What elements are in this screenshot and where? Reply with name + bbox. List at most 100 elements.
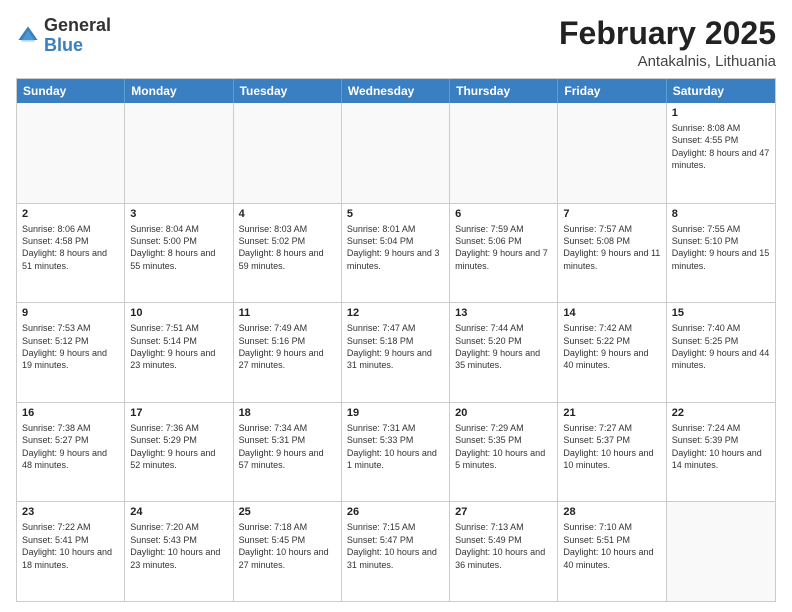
table-row: 19 Sunrise: 7:31 AM Sunset: 5:33 PM Dayli… [342, 403, 450, 502]
day-number: 22 [672, 406, 770, 421]
day-number: 23 [22, 505, 119, 520]
table-row: 21 Sunrise: 7:27 AM Sunset: 5:37 PM Dayli… [558, 403, 666, 502]
table-row [558, 103, 666, 203]
table-row: 16Sunrise: 7:38 AM Sunset: 5:27 PM Dayli… [17, 403, 125, 502]
table-row: 9Sunrise: 7:53 AM Sunset: 5:12 PM Daylig… [17, 303, 125, 402]
day-info: Sunrise: 7:51 AM Sunset: 5:14 PM Dayligh… [130, 323, 215, 370]
calendar-row: 16Sunrise: 7:38 AM Sunset: 5:27 PM Dayli… [17, 402, 775, 502]
day-number: 4 [239, 207, 336, 222]
day-number: 6 [455, 207, 552, 222]
day-info: Sunrise: 7:27 AM Sunset: 5:37 PM Dayligh… [563, 423, 653, 470]
calendar-row: 9Sunrise: 7:53 AM Sunset: 5:12 PM Daylig… [17, 302, 775, 402]
day-info: Sunrise: 8:06 AM Sunset: 4:58 PM Dayligh… [22, 224, 107, 271]
day-info: Sunrise: 7:13 AM Sunset: 5:49 PM Dayligh… [455, 522, 545, 569]
header: General Blue February 2025 Antakalnis, L… [16, 16, 776, 70]
table-row: 6Sunrise: 7:59 AM Sunset: 5:06 PM Daylig… [450, 204, 558, 303]
cal-header-day: Friday [558, 79, 666, 103]
table-row: 15 Sunrise: 7:40 AM Sunset: 5:25 PM Dayli… [667, 303, 775, 402]
day-number: 27 [455, 505, 552, 520]
table-row: 8 Sunrise: 7:55 AM Sunset: 5:10 PM Daylig… [667, 204, 775, 303]
cal-header-day: Tuesday [234, 79, 342, 103]
page: General Blue February 2025 Antakalnis, L… [0, 0, 792, 612]
day-number: 20 [455, 406, 552, 421]
day-info: Sunrise: 7:24 AM Sunset: 5:39 PM Dayligh… [672, 423, 762, 470]
day-number: 15 [672, 306, 770, 321]
day-number: 3 [130, 207, 227, 222]
day-info: Sunrise: 7:42 AM Sunset: 5:22 PM Dayligh… [563, 323, 648, 370]
table-row: 3Sunrise: 8:04 AM Sunset: 5:00 PM Daylig… [125, 204, 233, 303]
table-row [125, 103, 233, 203]
day-info: Sunrise: 7:44 AM Sunset: 5:20 PM Dayligh… [455, 323, 540, 370]
day-number: 26 [347, 505, 444, 520]
day-number: 28 [563, 505, 660, 520]
day-info: Sunrise: 7:57 AM Sunset: 5:08 PM Dayligh… [563, 224, 660, 271]
day-info: Sunrise: 7:10 AM Sunset: 5:51 PM Dayligh… [563, 522, 653, 569]
table-row: 13 Sunrise: 7:44 AM Sunset: 5:20 PM Dayli… [450, 303, 558, 402]
table-row: 10 Sunrise: 7:51 AM Sunset: 5:14 PM Dayli… [125, 303, 233, 402]
calendar-row: 1 Sunrise: 8:08 AM Sunset: 4:55 PM Daylig… [17, 103, 775, 203]
table-row: 27 Sunrise: 7:13 AM Sunset: 5:49 PM Dayli… [450, 502, 558, 601]
table-row: 28 Sunrise: 7:10 AM Sunset: 5:51 PM Dayli… [558, 502, 666, 601]
day-number: 18 [239, 406, 336, 421]
day-number: 14 [563, 306, 660, 321]
day-info: Sunrise: 7:18 AM Sunset: 5:45 PM Dayligh… [239, 522, 329, 569]
table-row: 5 Sunrise: 8:01 AM Sunset: 5:04 PM Daylig… [342, 204, 450, 303]
day-number: 1 [672, 106, 770, 121]
day-info: Sunrise: 7:49 AM Sunset: 5:16 PM Dayligh… [239, 323, 324, 370]
day-number: 16 [22, 406, 119, 421]
table-row: 25 Sunrise: 7:18 AM Sunset: 5:45 PM Dayli… [234, 502, 342, 601]
calendar-row: 23Sunrise: 7:22 AM Sunset: 5:41 PM Dayli… [17, 501, 775, 601]
table-row: 22 Sunrise: 7:24 AM Sunset: 5:39 PM Dayli… [667, 403, 775, 502]
day-number: 25 [239, 505, 336, 520]
day-number: 8 [672, 207, 770, 222]
day-number: 12 [347, 306, 444, 321]
day-info: Sunrise: 7:31 AM Sunset: 5:33 PM Dayligh… [347, 423, 437, 470]
table-row: 23Sunrise: 7:22 AM Sunset: 5:41 PM Dayli… [17, 502, 125, 601]
calendar-row: 2 Sunrise: 8:06 AM Sunset: 4:58 PM Daylig… [17, 203, 775, 303]
day-info: Sunrise: 7:36 AM Sunset: 5:29 PM Dayligh… [130, 423, 215, 470]
day-number: 11 [239, 306, 336, 321]
day-number: 17 [130, 406, 227, 421]
cal-header-day: Thursday [450, 79, 558, 103]
day-number: 24 [130, 505, 227, 520]
month-title: February 2025 [559, 16, 776, 51]
table-row: 4 Sunrise: 8:03 AM Sunset: 5:02 PM Daylig… [234, 204, 342, 303]
day-number: 7 [563, 207, 660, 222]
day-info: Sunrise: 8:03 AM Sunset: 5:02 PM Dayligh… [239, 224, 324, 271]
logo: General Blue [16, 16, 111, 56]
table-row: 2 Sunrise: 8:06 AM Sunset: 4:58 PM Daylig… [17, 204, 125, 303]
day-info: Sunrise: 7:55 AM Sunset: 5:10 PM Dayligh… [672, 224, 770, 271]
day-info: Sunrise: 7:40 AM Sunset: 5:25 PM Dayligh… [672, 323, 770, 370]
table-row: 14 Sunrise: 7:42 AM Sunset: 5:22 PM Dayli… [558, 303, 666, 402]
table-row: 1 Sunrise: 8:08 AM Sunset: 4:55 PM Daylig… [667, 103, 775, 203]
day-info: Sunrise: 8:08 AM Sunset: 4:55 PM Dayligh… [672, 123, 770, 170]
cal-header-day: Wednesday [342, 79, 450, 103]
day-number: 10 [130, 306, 227, 321]
table-row: 12 Sunrise: 7:47 AM Sunset: 5:18 PM Dayli… [342, 303, 450, 402]
table-row: 20Sunrise: 7:29 AM Sunset: 5:35 PM Dayli… [450, 403, 558, 502]
logo-general-text: General [44, 15, 111, 35]
day-number: 5 [347, 207, 444, 222]
table-row [342, 103, 450, 203]
calendar-header: SundayMondayTuesdayWednesdayThursdayFrid… [17, 79, 775, 103]
table-row [667, 502, 775, 601]
day-number: 21 [563, 406, 660, 421]
day-number: 19 [347, 406, 444, 421]
day-info: Sunrise: 7:53 AM Sunset: 5:12 PM Dayligh… [22, 323, 107, 370]
cal-header-day: Saturday [667, 79, 775, 103]
table-row: 17 Sunrise: 7:36 AM Sunset: 5:29 PM Dayli… [125, 403, 233, 502]
logo-blue-text: Blue [44, 35, 83, 55]
table-row [234, 103, 342, 203]
day-number: 13 [455, 306, 552, 321]
day-number: 2 [22, 207, 119, 222]
day-info: Sunrise: 7:15 AM Sunset: 5:47 PM Dayligh… [347, 522, 437, 569]
day-info: Sunrise: 7:47 AM Sunset: 5:18 PM Dayligh… [347, 323, 432, 370]
day-info: Sunrise: 8:01 AM Sunset: 5:04 PM Dayligh… [347, 224, 440, 271]
table-row [450, 103, 558, 203]
table-row: 26 Sunrise: 7:15 AM Sunset: 5:47 PM Dayli… [342, 502, 450, 601]
calendar-body: 1 Sunrise: 8:08 AM Sunset: 4:55 PM Daylig… [17, 103, 775, 601]
table-row [17, 103, 125, 203]
location: Antakalnis, Lithuania [559, 53, 776, 70]
table-row: 7 Sunrise: 7:57 AM Sunset: 5:08 PM Daylig… [558, 204, 666, 303]
title-block: February 2025 Antakalnis, Lithuania [559, 16, 776, 70]
